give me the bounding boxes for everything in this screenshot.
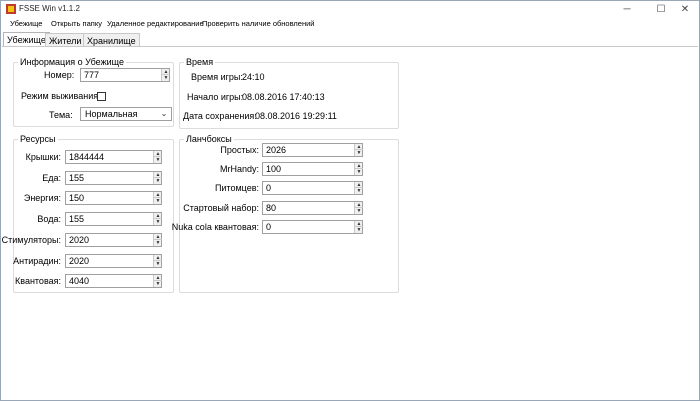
spinner-down-icon[interactable]: ▼ <box>355 188 363 194</box>
tab-dwellers[interactable]: Жители <box>45 33 86 47</box>
chevron-down-icon: ⌄ <box>160 109 168 118</box>
maximize-icon: ☐ <box>656 3 666 15</box>
save-date-value: 08.08.2016 19:29:11 <box>255 111 337 121</box>
resource-label: Стимуляторы: <box>1 234 61 245</box>
menu-bar: Убежище Открыть папку Удаленное редактир… <box>1 17 699 32</box>
resource-label: Крышки: <box>25 152 61 162</box>
close-button[interactable]: ✕ <box>671 1 699 17</box>
theme-value: Нормальная <box>85 109 138 119</box>
lunchbox-value: 80 <box>266 202 277 213</box>
resource-input[interactable]: 4040 ▲ ▼ <box>65 274 162 289</box>
menu-open-folder[interactable]: Открыть папку <box>51 19 102 28</box>
game-time-value: 24:10 <box>242 72 265 82</box>
theme-label: Тема: <box>49 110 73 120</box>
tab-vault[interactable]: Убежище <box>3 32 50 47</box>
resource-input[interactable]: 150 ▲ ▼ <box>65 191 162 206</box>
spinner-down-icon[interactable]: ▼ <box>162 75 170 81</box>
lunchbox-input[interactable]: 0 ▲ ▼ <box>262 181 363 196</box>
resource-value: 2020 <box>69 234 90 245</box>
time-title: Время <box>184 57 216 67</box>
resource-input[interactable]: 155 ▲ ▼ <box>65 170 162 185</box>
lunchbox-input[interactable]: 80 ▲ ▼ <box>262 200 363 215</box>
resource-label: Энергия: <box>23 193 61 204</box>
resource-value: 155 <box>69 172 85 183</box>
resource-label: Квантовая: <box>15 276 61 287</box>
menu-remote-edit[interactable]: Удаленное редактирование <box>107 19 204 28</box>
resource-value: 155 <box>69 214 85 225</box>
spinner-down-icon[interactable]: ▼ <box>154 198 162 204</box>
resource-value: 150 <box>69 193 85 204</box>
game-time-label: Время игры: <box>191 72 243 82</box>
lunchbox-value: 0 <box>266 221 272 232</box>
resource-input[interactable]: 155 ▲ ▼ <box>65 212 162 227</box>
lunchbox-label: MrHandy: <box>219 164 259 175</box>
lunchbox-label: Питомцев: <box>214 183 259 194</box>
app-icon <box>6 4 16 14</box>
resources-title: Ресурсы <box>18 134 58 144</box>
resource-input[interactable]: 2020 ▲ ▼ <box>65 232 162 247</box>
start-label: Начало игры: <box>187 92 244 102</box>
lunchbox-input[interactable]: 2026 ▲ ▼ <box>262 143 363 157</box>
spinner-down-icon[interactable]: ▼ <box>154 219 162 225</box>
lunchboxes-title: Ланчбоксы <box>184 134 234 144</box>
survival-label: Режим выживания: <box>21 91 101 101</box>
resource-label: Вода: <box>37 214 61 225</box>
lunchbox-value: 100 <box>266 164 282 175</box>
lunchbox-label: Nuka cola квантовая: <box>171 221 259 232</box>
lunchbox-value: 0 <box>266 183 272 194</box>
lunchbox-value: 2026 <box>266 145 287 155</box>
title-bar: FSSE Win v1.1.2 ─ ☐ ✕ <box>1 1 699 17</box>
resource-label: Антирадин: <box>13 255 61 266</box>
number-value: 777 <box>84 70 100 80</box>
resource-input[interactable]: 2020 ▲ ▼ <box>65 253 162 268</box>
minimize-icon: ─ <box>623 3 631 15</box>
resource-input[interactable]: 1844444 ▲ ▼ <box>65 150 162 164</box>
menu-vault[interactable]: Убежище <box>10 19 42 28</box>
lunchbox-input[interactable]: 0 ▲ ▼ <box>262 219 363 234</box>
close-icon: ✕ <box>680 3 690 15</box>
start-value: 08.08.2016 17:40:13 <box>242 92 325 102</box>
spinner-down-icon[interactable]: ▼ <box>355 227 363 233</box>
resource-value: 1844444 <box>69 152 105 162</box>
vault-info-title: Информация о Убежище <box>18 57 126 67</box>
minimize-button[interactable]: ─ <box>613 1 641 17</box>
lunchbox-input[interactable]: 100 ▲ ▼ <box>262 162 363 177</box>
number-input[interactable]: 777 ▲ ▼ <box>80 68 170 82</box>
spinner-down-icon[interactable]: ▼ <box>154 178 162 184</box>
theme-dropdown[interactable]: Нормальная ⌄ <box>80 107 172 121</box>
resource-label: Еда: <box>42 172 61 183</box>
tab-strip: Убежище Жители Хранилище <box>1 32 699 47</box>
spinner-down-icon[interactable]: ▼ <box>355 208 363 214</box>
resource-value: 4040 <box>69 276 90 287</box>
window-title: FSSE Win v1.1.2 <box>19 4 80 13</box>
survival-checkbox[interactable] <box>97 92 106 101</box>
number-label: Номер: <box>44 70 75 80</box>
spinner-down-icon[interactable]: ▼ <box>154 261 162 267</box>
app-window: FSSE Win v1.1.2 ─ ☐ ✕ Убежище Открыть па… <box>0 0 700 401</box>
spinner-down-icon[interactable]: ▼ <box>154 281 162 287</box>
spinner-down-icon[interactable]: ▼ <box>154 157 162 163</box>
lunchbox-label: Простых: <box>220 145 259 155</box>
menu-check-updates[interactable]: Проверить наличие обновлений <box>202 19 314 28</box>
tab-storage[interactable]: Хранилище <box>83 33 140 47</box>
resource-value: 2020 <box>69 255 90 266</box>
spinner-down-icon[interactable]: ▼ <box>355 150 363 156</box>
spinner-down-icon[interactable]: ▼ <box>154 240 162 246</box>
save-date-label: Дата сохранения: <box>183 111 257 121</box>
spinner-down-icon[interactable]: ▼ <box>355 169 363 175</box>
lunchbox-label: Стартовый набор: <box>183 202 259 213</box>
